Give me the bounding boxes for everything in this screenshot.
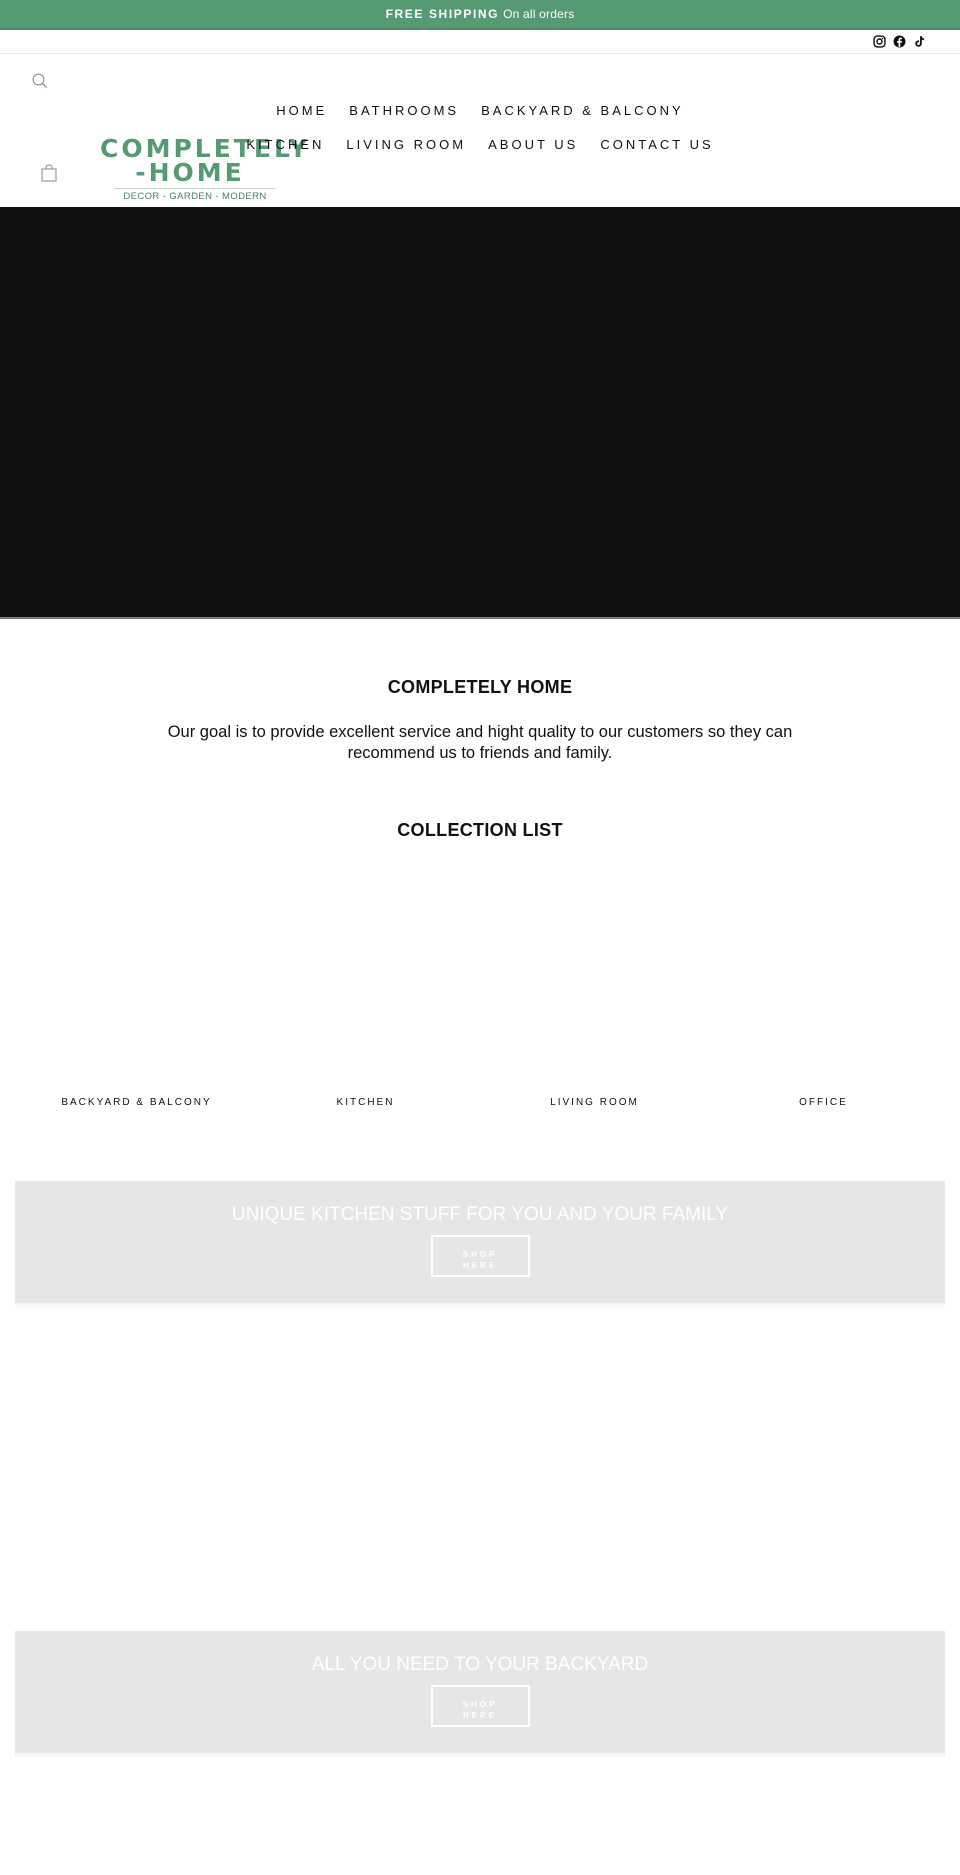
button-line1: SHOP [462, 1700, 498, 1709]
promo-banner-kitchen: UNIQUE KITCHEN STUFF FOR YOU AND YOUR FA… [15, 1181, 945, 1303]
cart-icon[interactable] [41, 164, 57, 182]
collection-list: COLLECTION LIST BACKYARD & BALCONY KITCH… [0, 820, 960, 1108]
promo-shadow [15, 1753, 945, 1759]
button-line2: HERE [462, 1261, 498, 1270]
collection-item-office[interactable]: OFFICE [709, 850, 938, 1110]
collection-image [488, 860, 701, 1075]
instagram-icon[interactable] [872, 35, 886, 49]
announcement-bar: FREE SHIPPING On all orders [0, 0, 960, 30]
nav-bathrooms[interactable]: BATHROOMS [338, 102, 470, 120]
collection-grid: BACKYARD & BALCONY KITCHEN LIVING ROOM O… [22, 850, 938, 1110]
button-line2: HERE [462, 1711, 498, 1720]
intro-text: Our goal is to provide excellent service… [167, 723, 793, 762]
collection-item-backyard-balcony[interactable]: BACKYARD & BALCONY [22, 850, 251, 1110]
shop-here-button[interactable]: SHOP HERE [430, 1685, 530, 1727]
hero-banner [0, 207, 960, 619]
collection-image [259, 860, 472, 1075]
logo-tagline: DECOR - GARDEN - MODERN [123, 191, 267, 202]
facebook-icon[interactable] [892, 35, 906, 49]
promo-title: ALL YOU NEED TO YOUR BACKYARD [311, 1654, 649, 1675]
main-nav-row2: KITCHEN LIVING ROOM ABOUT US CONTACT US [0, 136, 960, 154]
tiktok-icon[interactable] [912, 35, 926, 49]
nav-living-room[interactable]: LIVING ROOM [335, 136, 477, 154]
nav-kitchen[interactable]: KITCHEN [235, 136, 335, 154]
nav-about-us[interactable]: ABOUT US [477, 136, 589, 154]
main-nav-row1: HOME BATHROOMS BACKYARD & BALCONY [0, 102, 960, 120]
announcement-bold: FREE SHIPPING [385, 7, 500, 21]
collection-item-kitchen[interactable]: KITCHEN [251, 850, 480, 1110]
intro-title: COMPLETELY HOME [387, 677, 573, 697]
nav-backyard-balcony[interactable]: BACKYARD & BALCONY [470, 102, 695, 120]
logo-line2: -HOME [135, 158, 245, 187]
promo-title: UNIQUE KITCHEN STUFF FOR YOU AND YOUR FA… [231, 1204, 729, 1225]
logo-divider [114, 188, 276, 189]
collection-label: OFFICE [799, 1097, 848, 1108]
collection-label: KITCHEN [336, 1097, 395, 1108]
nav-contact-us[interactable]: CONTACT US [589, 136, 724, 154]
collection-item-living-room[interactable]: LIVING ROOM [480, 850, 709, 1110]
intro-section: COMPLETELY HOME Our goal is to provide e… [0, 677, 960, 764]
collection-image [717, 860, 930, 1075]
search-icon[interactable] [31, 72, 49, 90]
nav-home[interactable]: HOME [265, 102, 338, 120]
collection-list-title: COLLECTION LIST [397, 820, 563, 840]
site-header: COMPLETELY -HOME DECOR - GARDEN - MODERN… [0, 54, 960, 206]
social-bar [0, 30, 960, 54]
announcement-text: On all orders [503, 7, 575, 21]
button-line1: SHOP [462, 1250, 498, 1259]
collection-image [30, 860, 243, 1075]
promo-shadow [15, 1303, 945, 1309]
promo-banner-backyard: ALL YOU NEED TO YOUR BACKYARD SHOP HERE [15, 1631, 945, 1753]
collection-label: LIVING ROOM [550, 1097, 639, 1108]
collection-label: BACKYARD & BALCONY [61, 1097, 212, 1108]
shop-here-button[interactable]: SHOP HERE [430, 1235, 530, 1277]
